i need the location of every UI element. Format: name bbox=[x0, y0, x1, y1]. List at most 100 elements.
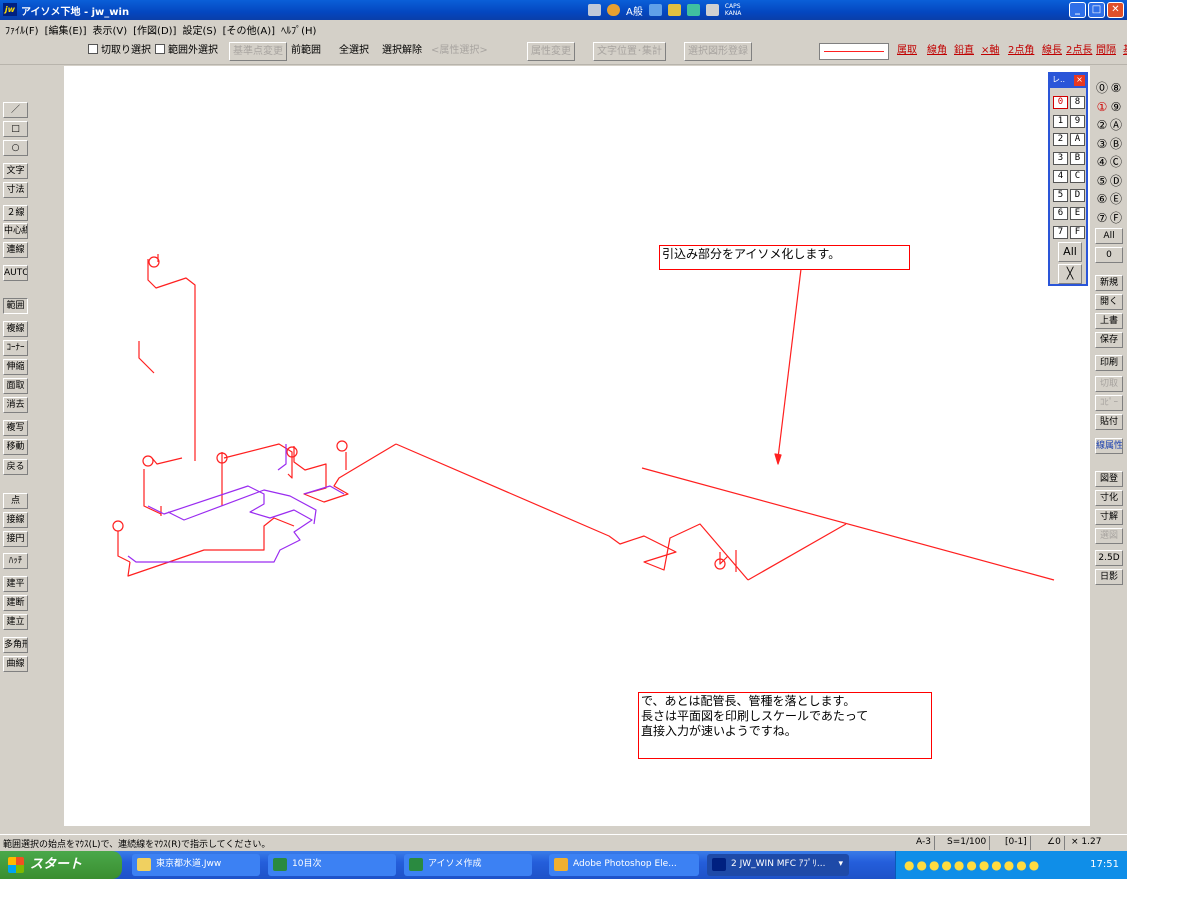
tool-line[interactable]: ／ bbox=[3, 102, 28, 118]
layer-button-7[interactable]: 7 bbox=[1053, 225, 1068, 239]
layer-button-2[interactable]: 2 bbox=[1053, 133, 1068, 146]
layer-cross-button[interactable]: ╳ bbox=[1058, 264, 1082, 284]
drawing-canvas[interactable] bbox=[64, 66, 1090, 826]
tool-offset[interactable]: 複線 bbox=[3, 321, 28, 337]
maximize-button[interactable]: □ bbox=[1088, 2, 1105, 18]
tool-undo[interactable]: 戻る bbox=[3, 459, 28, 475]
register-shape-button[interactable]: 選択図形登録 bbox=[684, 42, 752, 61]
tool-point[interactable]: 点 bbox=[3, 493, 28, 509]
layer-group-button[interactable]: ③ bbox=[1095, 136, 1109, 152]
file-overwrite-button[interactable]: 上書 bbox=[1095, 313, 1123, 329]
layer-group-button[interactable]: Ⓕ bbox=[1109, 210, 1123, 226]
layer-group-button[interactable]: Ⓓ bbox=[1109, 173, 1123, 189]
tool-tangent-circle[interactable]: 接円 bbox=[3, 531, 28, 547]
x-axis-button[interactable]: ×軸 bbox=[978, 42, 1002, 61]
layer-group-button[interactable]: ② bbox=[1095, 117, 1109, 133]
line-attribute-button[interactable]: 線属性 bbox=[1095, 438, 1123, 454]
tool-curve[interactable]: 曲線 bbox=[3, 656, 28, 672]
ime-tool-icon[interactable] bbox=[667, 4, 681, 16]
group-zero-button[interactable]: 0 bbox=[1095, 247, 1123, 263]
cut-button[interactable]: 切取 bbox=[1095, 376, 1123, 392]
dimension-convert-button[interactable]: 寸化 bbox=[1095, 490, 1123, 506]
attr-change-button[interactable]: 属性変更 bbox=[527, 42, 575, 61]
layer-all-button[interactable]: All bbox=[1058, 242, 1082, 262]
layer-button-9[interactable]: 9 bbox=[1070, 114, 1085, 128]
group-all-button[interactable]: All bbox=[1095, 228, 1123, 244]
layer-panel-title[interactable]: レ.. × bbox=[1050, 74, 1086, 88]
layer-group-button[interactable]: ④ bbox=[1095, 154, 1109, 170]
line-length-button[interactable]: 線長 bbox=[1039, 42, 1065, 61]
tool-corner[interactable]: ｺｰﾅｰ bbox=[3, 340, 28, 356]
layer-group-button[interactable]: ⑤ bbox=[1095, 173, 1109, 189]
line-angle-button[interactable]: 線角 bbox=[924, 42, 950, 61]
tool-center-line[interactable]: 中心線 bbox=[3, 223, 28, 239]
tray-icons[interactable]: ●●●●●●●●●●● bbox=[904, 858, 1041, 872]
layer-group-button[interactable]: ⑨ bbox=[1109, 99, 1123, 115]
layer-button-1[interactable]: 1 bbox=[1053, 114, 1068, 128]
task-folder[interactable]: 東京都水道.Jww bbox=[132, 854, 260, 876]
tool-tangent-line[interactable]: 接線 bbox=[3, 512, 28, 528]
layer-group-button[interactable]: Ⓒ bbox=[1109, 154, 1123, 170]
file-save-button[interactable]: 保存 bbox=[1095, 332, 1123, 348]
ime-globe-icon[interactable] bbox=[607, 4, 620, 16]
tool-arch-section[interactable]: 建断 bbox=[3, 595, 28, 611]
task-jw-win-group[interactable]: 2 JW_WIN MFC ｱﾌﾟﾘ... ▾ bbox=[707, 854, 849, 876]
file-open-button[interactable]: 開く bbox=[1095, 294, 1123, 310]
menu-help[interactable]: ﾍﾙﾌﾟ(H) bbox=[280, 20, 321, 37]
layer-button-E[interactable]: E bbox=[1070, 207, 1085, 220]
close-icon[interactable]: × bbox=[1074, 75, 1085, 86]
layer-group-button[interactable]: ⑦ bbox=[1095, 210, 1109, 226]
tool-hatch[interactable]: ﾊｯﾁ bbox=[3, 553, 28, 569]
start-button[interactable]: スタート bbox=[0, 851, 122, 879]
dimension-release-button[interactable]: 寸解 bbox=[1095, 509, 1123, 525]
layer-button-A[interactable]: A bbox=[1070, 133, 1085, 146]
layer-button-F[interactable]: F bbox=[1070, 225, 1085, 239]
ime-help-icon[interactable] bbox=[705, 4, 719, 16]
two-point-angle-button[interactable]: 2点角 bbox=[1005, 42, 1037, 61]
tool-double-line[interactable]: ２線 bbox=[3, 205, 28, 221]
copy-button[interactable]: ｺﾋﾟｰ bbox=[1095, 395, 1123, 411]
layer-button-C[interactable]: C bbox=[1070, 170, 1085, 183]
tool-polygon[interactable]: 多角形 bbox=[3, 637, 28, 653]
attr-select-button[interactable]: <属性選択> bbox=[428, 42, 491, 61]
close-button[interactable]: ✕ bbox=[1107, 2, 1124, 18]
basic-settings-button[interactable]: 基設 bbox=[1120, 42, 1127, 61]
menu-settings[interactable]: 設定(S) bbox=[181, 20, 221, 37]
layer-button-D[interactable]: D bbox=[1070, 188, 1085, 202]
menu-other[interactable]: [その他(A)] bbox=[222, 20, 280, 37]
tool-range[interactable]: 範囲 bbox=[3, 298, 28, 314]
menu-view[interactable]: 表示(V) bbox=[92, 20, 133, 37]
layer-button-6[interactable]: 6 bbox=[1053, 207, 1068, 220]
minimize-button[interactable]: _ bbox=[1069, 2, 1086, 18]
layer-group-button[interactable]: Ⓑ bbox=[1109, 136, 1123, 152]
menu-draw[interactable]: [作図(D)] bbox=[132, 20, 181, 37]
layer-group-button[interactable]: Ⓔ bbox=[1109, 191, 1123, 207]
2-5d-button[interactable]: 2.5D bbox=[1095, 550, 1123, 566]
tool-dimension[interactable]: 寸法 bbox=[3, 182, 28, 198]
layer-group-button[interactable]: ⑧ bbox=[1109, 80, 1123, 96]
tool-rectangle[interactable]: □ bbox=[3, 121, 28, 137]
tool-circle[interactable]: ○ bbox=[3, 140, 28, 156]
ime-dictionary-icon[interactable] bbox=[686, 4, 700, 16]
layer-button-3[interactable]: 3 bbox=[1053, 151, 1068, 165]
menu-file[interactable]: ﾌｧｲﾙ(F) bbox=[4, 20, 44, 37]
tool-erase[interactable]: 消去 bbox=[3, 397, 28, 413]
deselect-button[interactable]: 選択解除 bbox=[379, 42, 425, 61]
ime-pad-icon[interactable] bbox=[648, 4, 662, 16]
tool-extend[interactable]: 伸縮 bbox=[3, 359, 28, 375]
keyboard-icon[interactable] bbox=[588, 4, 601, 16]
select-all-button[interactable]: 全選択 bbox=[336, 42, 372, 61]
paste-button[interactable]: 貼付 bbox=[1095, 414, 1123, 430]
line-type-sample[interactable] bbox=[819, 43, 889, 60]
tool-move[interactable]: 移動 bbox=[3, 439, 28, 455]
zoom-indicator[interactable]: × 1.27 bbox=[1068, 836, 1104, 850]
drawing-scale[interactable]: S=1/100 bbox=[944, 836, 991, 850]
interval-button[interactable]: 間隔 bbox=[1093, 42, 1119, 61]
attr-pick-button[interactable]: 属取 bbox=[894, 42, 920, 61]
tool-connect-line[interactable]: 連線 bbox=[3, 242, 28, 258]
tool-chamfer[interactable]: 面取 bbox=[3, 378, 28, 394]
text-pos-sum-button[interactable]: 文字位置･集計 bbox=[593, 42, 666, 61]
layer-button-5[interactable]: 5 bbox=[1053, 188, 1068, 202]
layer-button-B[interactable]: B bbox=[1070, 151, 1085, 165]
tool-text[interactable]: 文字 bbox=[3, 163, 28, 179]
